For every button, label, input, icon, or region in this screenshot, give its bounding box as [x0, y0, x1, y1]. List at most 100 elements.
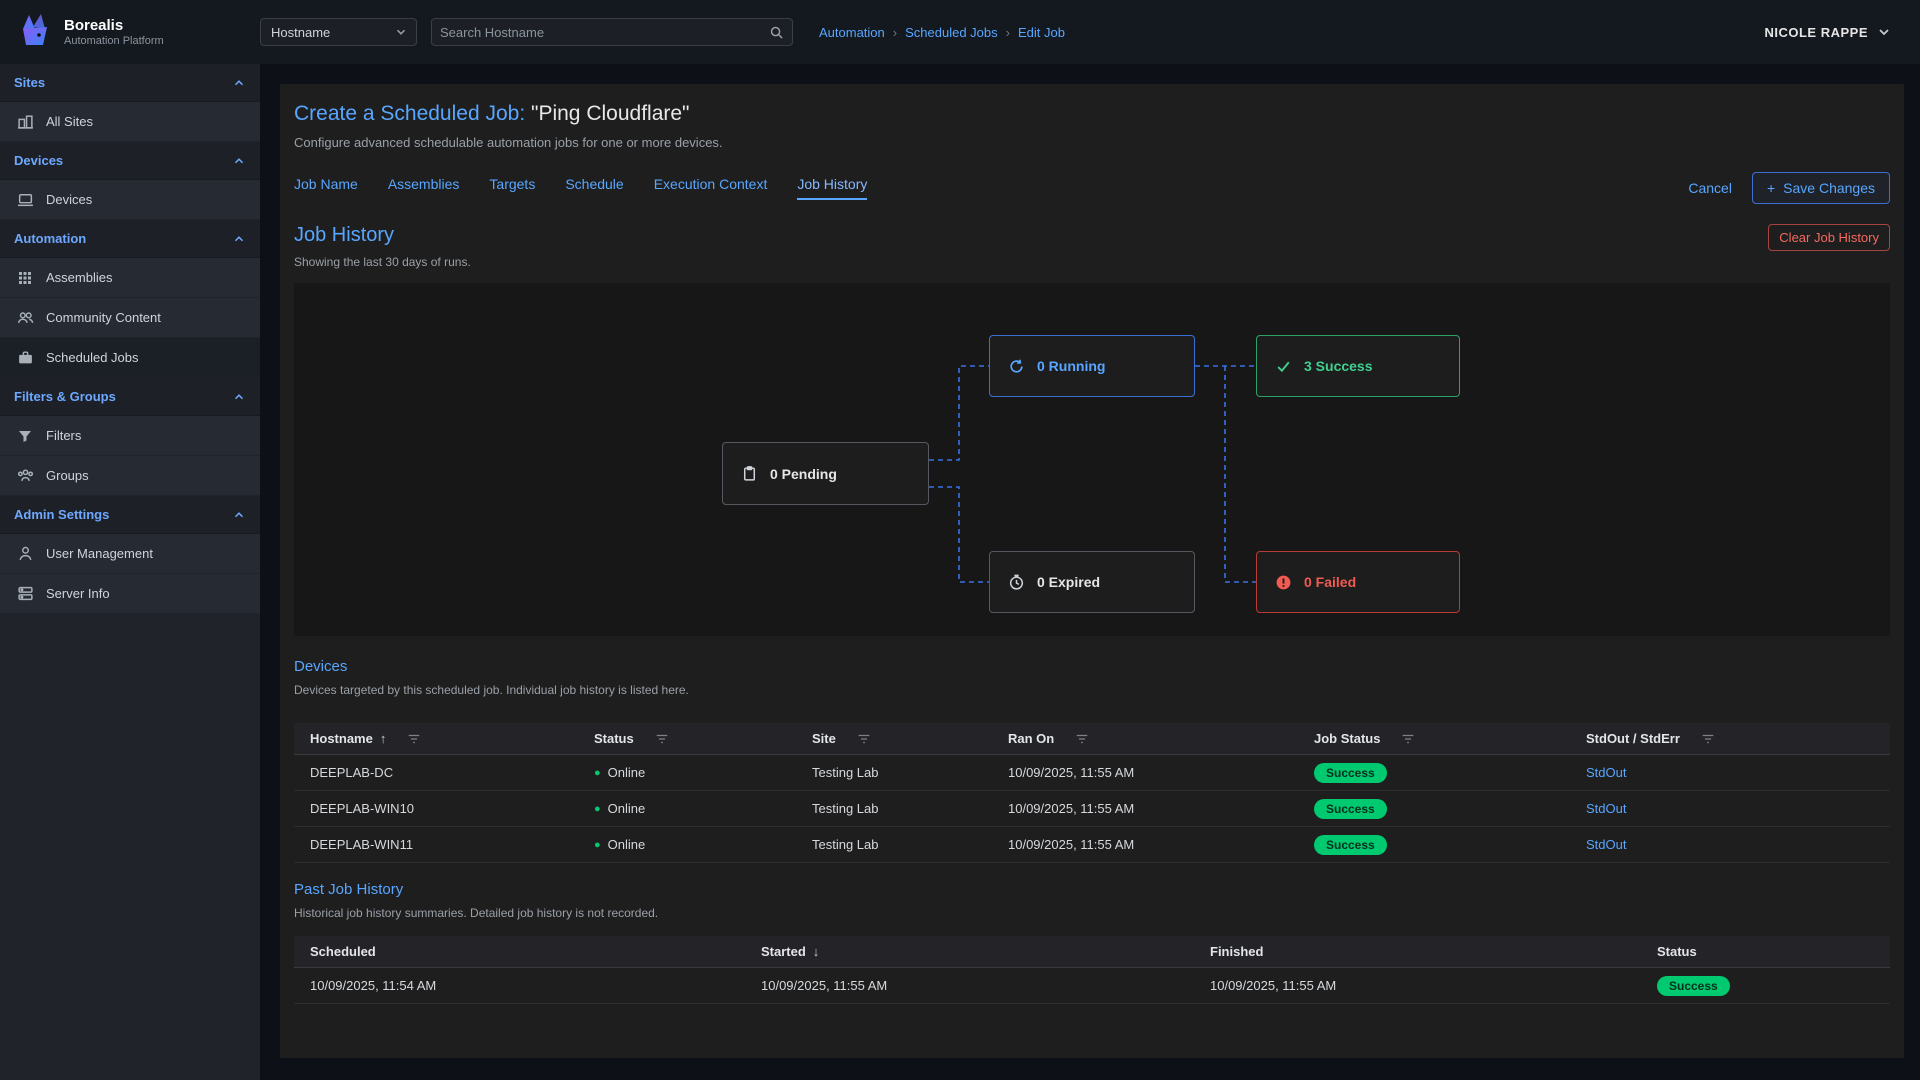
device-site: Testing Lab — [796, 801, 992, 816]
col-status[interactable]: Status — [578, 731, 796, 746]
status-badge: Success — [1314, 763, 1387, 783]
status-badge: Success — [1314, 835, 1387, 855]
save-changes-button[interactable]: + Save Changes — [1752, 172, 1890, 204]
job-history-subheading: Showing the last 30 days of runs. — [294, 255, 471, 269]
sidebar-section-filters-groups[interactable]: Filters & Groups — [0, 378, 260, 416]
tab-job-history[interactable]: Job History — [797, 176, 867, 200]
breadcrumb-automation[interactable]: Automation — [819, 25, 885, 40]
device-job-status: Success — [1298, 835, 1570, 855]
flow-box-failed[interactable]: 0 Failed — [1256, 551, 1460, 613]
page-title-prefix: Create a Scheduled Job: — [294, 102, 525, 125]
filter-icon[interactable] — [1075, 732, 1089, 746]
section-label: Filters & Groups — [14, 389, 116, 404]
tab-assemblies[interactable]: Assemblies — [388, 176, 460, 200]
tabs: Job Name Assemblies Targets Schedule Exe… — [294, 176, 867, 200]
search-input[interactable] — [440, 25, 769, 40]
edit-job-panel: Create a Scheduled Job: "Ping Cloudflare… — [280, 84, 1904, 1058]
device-job-status: Success — [1298, 799, 1570, 819]
sidebar-item-filters[interactable]: Filters — [0, 416, 260, 456]
sidebar-item-user-management[interactable]: User Management — [0, 534, 260, 574]
clear-job-history-button[interactable]: Clear Job History — [1768, 224, 1890, 251]
sidebar-section-devices[interactable]: Devices — [0, 142, 260, 180]
col-job-status[interactable]: Job Status — [1298, 731, 1570, 746]
tab-job-name[interactable]: Job Name — [294, 176, 358, 200]
col-status[interactable]: Status — [1641, 944, 1890, 959]
online-dot-icon: ● — [594, 803, 601, 815]
filter-icon[interactable] — [1701, 732, 1715, 746]
device-status: ●Online — [578, 801, 796, 816]
past-history-subheading: Historical job history summaries. Detail… — [294, 906, 1890, 920]
sidebar-section-automation[interactable]: Automation — [0, 220, 260, 258]
sidebar-item-community-content[interactable]: Community Content — [0, 298, 260, 338]
sort-ascending-icon[interactable]: ↑ — [380, 731, 387, 746]
devices-subheading: Devices targeted by this scheduled job. … — [294, 683, 1890, 697]
filter-icon[interactable] — [407, 732, 421, 746]
sidebar-item-scheduled-jobs[interactable]: Scheduled Jobs — [0, 338, 260, 378]
brand-title: Borealis — [64, 17, 164, 35]
sidebar-item-label: All Sites — [46, 114, 93, 129]
flow-box-success[interactable]: 3 Success — [1256, 335, 1460, 397]
sidebar-item-assemblies[interactable]: Assemblies — [0, 258, 260, 298]
col-hostname[interactable]: Hostname ↑ — [294, 731, 578, 746]
device-stdout: StdOut — [1570, 837, 1890, 852]
filter-icon[interactable] — [655, 732, 669, 746]
device-job-status: Success — [1298, 763, 1570, 783]
col-stdout-stderr[interactable]: StdOut / StdErr — [1570, 731, 1890, 746]
user-menu[interactable]: NICOLE RAPPE — [1764, 24, 1920, 40]
sidebar-item-label: Devices — [46, 192, 92, 207]
breadcrumb-edit-job[interactable]: Edit Job — [1018, 25, 1065, 40]
sidebar-item-label: Groups — [46, 468, 89, 483]
sidebar-item-server-info[interactable]: Server Info — [0, 574, 260, 614]
breadcrumb-scheduled-jobs[interactable]: Scheduled Jobs — [905, 25, 998, 40]
col-site[interactable]: Site — [796, 731, 992, 746]
tabs-row: Job Name Assemblies Targets Schedule Exe… — [294, 172, 1890, 204]
sidebar-section-admin-settings[interactable]: Admin Settings — [0, 496, 260, 534]
job-history-heading: Job History — [294, 224, 471, 247]
save-changes-label: Save Changes — [1783, 180, 1875, 196]
flow-box-pending[interactable]: 0 Pending — [722, 442, 929, 505]
clipboard-icon — [741, 465, 758, 482]
tab-execution-context[interactable]: Execution Context — [654, 176, 768, 200]
sidebar-item-groups[interactable]: Groups — [0, 456, 260, 496]
tab-targets[interactable]: Targets — [489, 176, 535, 200]
past-history-row: 10/09/2025, 11:54 AM 10/09/2025, 11:55 A… — [294, 968, 1890, 1004]
device-status: ●Online — [578, 837, 796, 852]
sidebar-item-label: Filters — [46, 428, 81, 443]
filter-icon[interactable] — [857, 732, 871, 746]
col-ran-on[interactable]: Ran On — [992, 731, 1298, 746]
stdout-link[interactable]: StdOut — [1586, 801, 1626, 816]
devices-table-header: Hostname ↑ Status Site Ran On — [294, 723, 1890, 755]
flow-box-running[interactable]: 0 Running — [989, 335, 1195, 397]
sidebar-item-devices[interactable]: Devices — [0, 180, 260, 220]
online-dot-icon: ● — [594, 767, 601, 779]
flow-failed-label: 0 Failed — [1304, 574, 1356, 590]
tab-schedule[interactable]: Schedule — [565, 176, 623, 200]
device-ran-on: 10/09/2025, 11:55 AM — [992, 837, 1298, 852]
chevron-up-icon — [232, 76, 246, 90]
past-finished: 10/09/2025, 11:55 AM — [1194, 978, 1641, 993]
stdout-link[interactable]: StdOut — [1586, 765, 1626, 780]
sidebar-item-all-sites[interactable]: All Sites — [0, 102, 260, 142]
flow-box-expired[interactable]: 0 Expired — [989, 551, 1195, 613]
filter-icon[interactable] — [1401, 732, 1415, 746]
sidebar-section-sites[interactable]: Sites — [0, 64, 260, 102]
page-title: Create a Scheduled Job: "Ping Cloudflare… — [294, 102, 1890, 126]
section-label: Sites — [14, 75, 45, 90]
col-finished[interactable]: Finished — [1194, 944, 1641, 959]
hostname-search — [431, 18, 793, 46]
chevron-up-icon — [232, 390, 246, 404]
col-started[interactable]: Started ↓ — [745, 944, 1194, 959]
job-status-flow-diagram: 0 Pending 0 Running 3 Success 0 Expired … — [294, 283, 1890, 636]
user-name: NICOLE RAPPE — [1764, 25, 1868, 40]
flow-running-label: 0 Running — [1037, 358, 1105, 374]
sort-descending-icon[interactable]: ↓ — [813, 944, 820, 959]
hostname-dropdown[interactable]: Hostname — [260, 18, 417, 46]
devices-table: Hostname ↑ Status Site Ran On — [294, 723, 1890, 863]
breadcrumb-separator: › — [1006, 25, 1010, 40]
search-icon[interactable] — [769, 25, 784, 40]
cancel-button[interactable]: Cancel — [1688, 180, 1732, 196]
funnel-icon — [16, 428, 34, 444]
people-icon — [16, 309, 34, 326]
stdout-link[interactable]: StdOut — [1586, 837, 1626, 852]
col-scheduled[interactable]: Scheduled — [294, 944, 745, 959]
